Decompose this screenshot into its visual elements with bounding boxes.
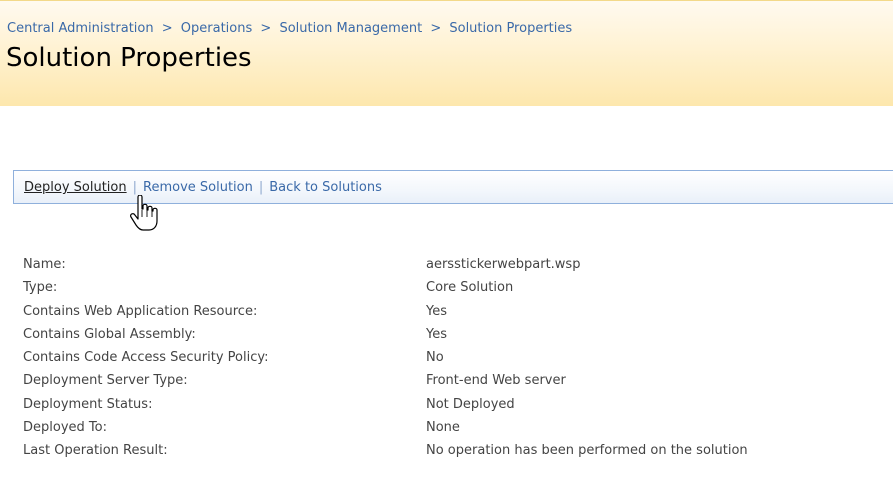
page-title: Solution Properties — [6, 43, 252, 73]
property-label: Last Operation Result: — [23, 443, 168, 459]
property-value: None — [426, 420, 460, 436]
property-value: No — [426, 350, 444, 366]
breadcrumb-solution-management[interactable]: Solution Management — [279, 21, 422, 36]
property-value: No operation has been performed on the s… — [426, 443, 748, 459]
property-value: Yes — [426, 303, 447, 319]
toolbar-separator: | — [132, 180, 138, 195]
page: Central Administration > Operations > So… — [0, 0, 893, 498]
property-value: aersstickerwebpart.wsp — [426, 257, 581, 272]
property-label: Contains Global Assembly: — [23, 326, 196, 342]
hand-pointer-icon — [130, 195, 158, 231]
property-label: Type: — [23, 280, 58, 296]
breadcrumb-central-administration[interactable]: Central Administration — [7, 21, 154, 36]
breadcrumb-separator: > — [260, 21, 272, 36]
property-label: Deployed To: — [23, 420, 107, 436]
property-value: Not Deployed — [426, 396, 515, 412]
toolbar-links: Deploy Solution | Remove Solution | Back to … — [24, 180, 382, 195]
breadcrumb-operations[interactable]: Operations — [181, 21, 252, 36]
breadcrumb-separator: > — [430, 21, 442, 36]
property-value: Core Solution — [426, 280, 514, 296]
toolbar-separator: | — [258, 180, 264, 195]
breadcrumb-solution-properties: Solution Properties — [449, 21, 573, 36]
property-label: Name: — [23, 257, 66, 272]
property-label: Deployment Status: — [23, 396, 153, 412]
property-label: Contains Code Access Security Policy: — [23, 350, 269, 366]
breadcrumb-separator: > — [161, 21, 173, 36]
breadcrumb: Central Administration > Operations > So… — [7, 21, 572, 36]
property-label: Contains Web Application Resource: — [23, 303, 258, 319]
back-to-solutions-link[interactable]: Back to Solutions — [269, 180, 382, 195]
property-value: Yes — [426, 326, 447, 342]
property-value: Front-end Web server — [426, 373, 566, 389]
property-label: Deployment Server Type: — [23, 373, 188, 389]
title-area: Central Administration > Operations > So… — [0, 0, 893, 106]
remove-solution-link[interactable]: Remove Solution — [143, 180, 253, 195]
deploy-solution-link[interactable]: Deploy Solution — [24, 180, 127, 195]
